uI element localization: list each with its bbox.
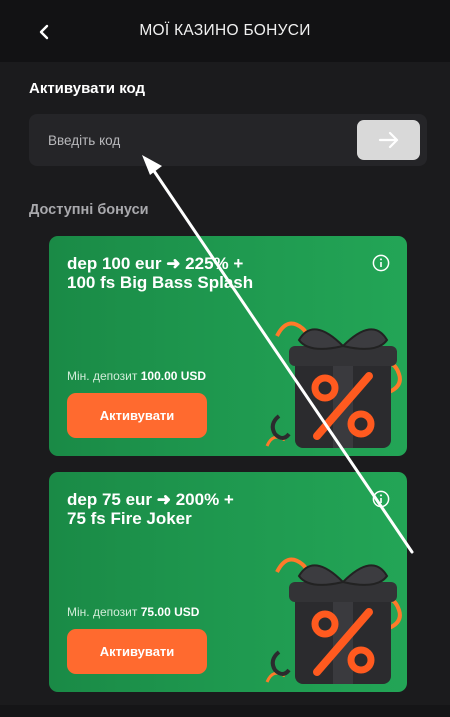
bonus-title: dep 75 eur ➜ 200% + 75 fs Fire Joker xyxy=(67,490,357,528)
min-deposit-value: 100.00 USD xyxy=(140,369,207,383)
bonus-card: dep 100 eur ➜ 225% + 100 fs Big Bass Spl… xyxy=(49,236,407,456)
bonus-title: dep 100 eur ➜ 225% + 100 fs Big Bass Spl… xyxy=(67,254,357,292)
arrow-right-icon xyxy=(378,131,398,149)
top-bar: МОЇ КАЗИНО БОНУСИ xyxy=(0,0,450,62)
bonus-title-line: dep 100 eur ➜ 225% + xyxy=(67,254,244,273)
info-icon[interactable] xyxy=(372,254,390,272)
min-deposit-value: 75.00 USD xyxy=(140,605,200,619)
promo-code-submit-button[interactable] xyxy=(357,120,420,160)
info-icon[interactable] xyxy=(372,490,390,508)
min-deposit-label: Мін. депозит xyxy=(67,369,138,383)
gift-box-icon xyxy=(265,557,402,684)
min-deposit: Мін. депозит 75.00 USD xyxy=(67,605,199,619)
bonus-card: dep 75 eur ➜ 200% + 75 fs Fire Joker Мін… xyxy=(49,472,407,692)
activate-code-heading: Активувати код xyxy=(29,80,145,97)
promo-code-input[interactable] xyxy=(29,114,349,166)
min-deposit-label: Мін. депозит xyxy=(67,605,138,619)
gift-box-icon xyxy=(265,321,402,448)
promo-code-field xyxy=(29,114,427,166)
bonus-title-line: 100 fs Big Bass Splash xyxy=(67,273,254,292)
bonus-title-line: dep 75 eur ➜ 200% + xyxy=(67,490,234,509)
available-bonuses-heading: Доступні бонуси xyxy=(29,202,149,218)
activate-button[interactable]: Активувати xyxy=(67,393,207,438)
back-button[interactable] xyxy=(32,20,56,44)
min-deposit: Мін. депозит 100.00 USD xyxy=(67,369,206,383)
page-title: МОЇ КАЗИНО БОНУСИ xyxy=(139,22,311,39)
bonus-title-line: 75 fs Fire Joker xyxy=(67,509,192,528)
chevron-left-icon xyxy=(39,24,49,40)
activate-button[interactable]: Активувати xyxy=(67,629,207,674)
bottom-nav-strip xyxy=(0,705,450,717)
